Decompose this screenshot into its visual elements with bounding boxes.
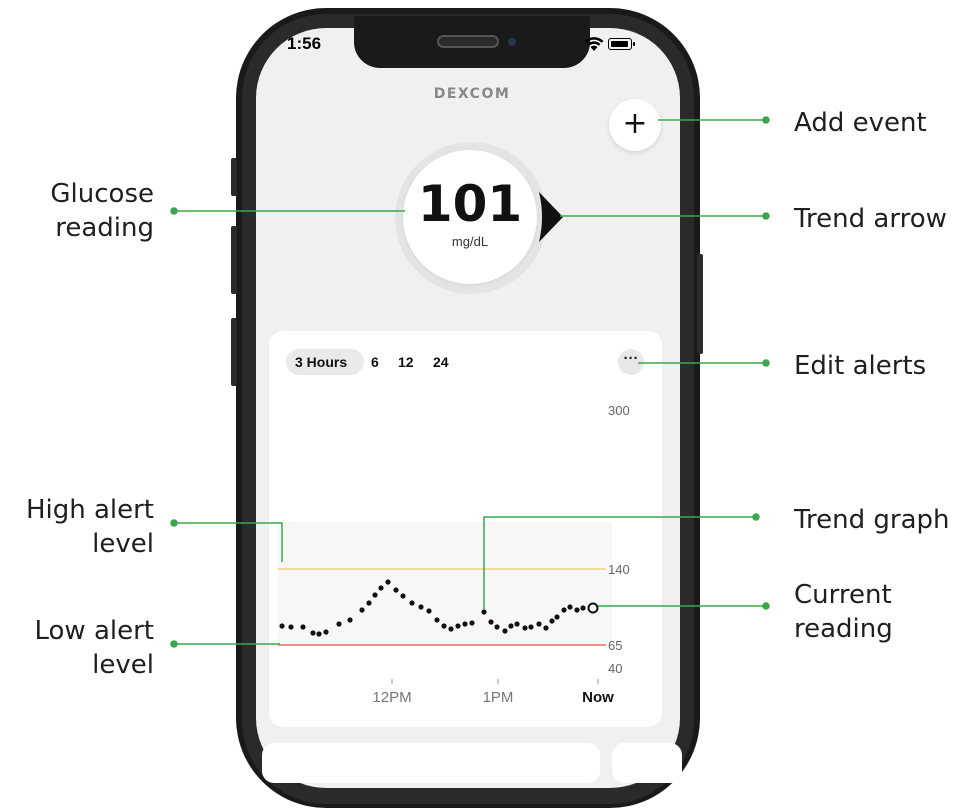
reading-dot xyxy=(469,620,475,626)
x-tick-12pm: 12PM xyxy=(372,689,411,706)
reading-dot xyxy=(481,609,487,615)
callout-dot-glucose xyxy=(170,207,178,215)
reading-dot xyxy=(462,621,468,627)
reading-dot xyxy=(554,614,560,620)
reading-dot xyxy=(561,607,567,613)
x-tick-now: Now xyxy=(582,689,614,706)
reading-dot xyxy=(549,618,555,624)
reading-dot xyxy=(288,624,294,630)
reading-dot xyxy=(393,587,399,593)
callout-dot-low-alert xyxy=(170,640,178,648)
reading-dot xyxy=(434,617,440,623)
reading-dot xyxy=(455,623,461,629)
reading-dot xyxy=(385,579,391,585)
callout-current-reading: Current reading xyxy=(794,580,893,644)
reading-dot xyxy=(574,607,580,613)
reading-dot xyxy=(336,621,342,627)
reading-dot xyxy=(323,629,329,635)
reading-dot xyxy=(522,625,528,631)
reading-dot xyxy=(448,626,454,632)
y-tick-300: 300 xyxy=(608,403,630,418)
reading-dot xyxy=(300,624,306,630)
callout-line-high-alert xyxy=(174,522,283,562)
callout-dot-trend-arrow xyxy=(762,212,770,220)
reading-dot xyxy=(409,600,415,606)
reading-dot xyxy=(494,624,500,630)
reading-dot xyxy=(580,605,586,611)
y-tick-40: 40 xyxy=(608,661,622,676)
reading-dot xyxy=(418,604,424,610)
reading-dot xyxy=(378,585,384,591)
callout-trend-arrow: Trend arrow xyxy=(794,204,947,234)
reading-dot xyxy=(359,607,365,613)
reading-dot xyxy=(366,600,372,606)
y-tick-140: 140 xyxy=(608,562,630,577)
reading-dot xyxy=(316,631,322,637)
y-tick-65: 65 xyxy=(608,638,622,653)
reading-dot xyxy=(279,623,285,629)
callout-add-event: Add event xyxy=(794,108,927,138)
reading-dot xyxy=(502,628,508,634)
reading-dot xyxy=(347,617,353,623)
reading-dot xyxy=(426,608,432,614)
callout-dot-trend-graph xyxy=(752,513,760,521)
reading-dot xyxy=(310,630,316,636)
current-reading-marker xyxy=(587,602,599,614)
reading-dot xyxy=(514,621,520,627)
callout-glucose-reading: Glucose reading xyxy=(50,179,154,243)
callout-dot-edit-alerts xyxy=(762,359,770,367)
reading-dot xyxy=(488,619,494,625)
reading-dot xyxy=(441,623,447,629)
x-tick-1pm: 1PM xyxy=(483,689,514,706)
callout-trend-graph: Trend graph xyxy=(794,505,950,535)
reading-dot xyxy=(567,604,573,610)
reading-dot xyxy=(528,624,534,630)
callout-dot-high-alert xyxy=(170,519,178,527)
reading-dot xyxy=(400,593,406,599)
reading-dot xyxy=(543,625,549,631)
callout-dot-add-event xyxy=(762,116,770,124)
reading-dot xyxy=(372,592,378,598)
callout-edit-alerts: Edit alerts xyxy=(794,351,927,381)
callout-high-alert-level: High alert level xyxy=(25,495,154,559)
callout-dot-current-reading xyxy=(762,602,770,610)
callout-low-alert-level: Low alert level xyxy=(34,616,154,680)
reading-dot xyxy=(536,621,542,627)
reading-dot xyxy=(508,623,514,629)
